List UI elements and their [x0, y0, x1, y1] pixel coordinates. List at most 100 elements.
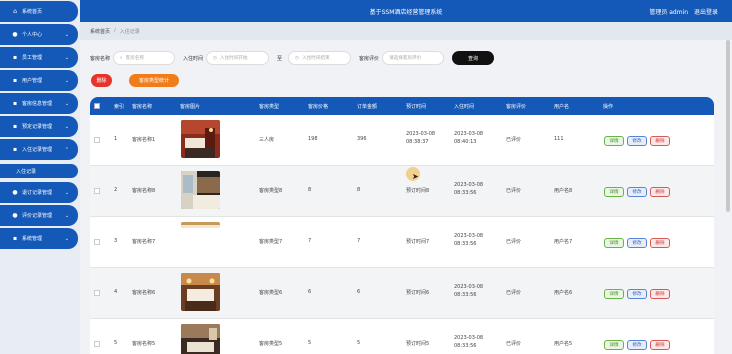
- logout-link[interactable]: 退出登录: [694, 9, 718, 16]
- col-room-type: 客房类型: [259, 103, 280, 110]
- detail-button[interactable]: 详情: [604, 238, 624, 248]
- user-icon: ●: [12, 189, 18, 196]
- cell-room-price: 6: [308, 289, 312, 295]
- col-room-image: 客房图片: [180, 103, 201, 110]
- cell-room-name: 客房名称5: [132, 341, 156, 347]
- edit-button[interactable]: 修改: [627, 238, 647, 248]
- user-name: 管理员 admin: [649, 9, 689, 16]
- cell-room-type: 三人房: [259, 137, 275, 143]
- cell-review: 已评价: [506, 239, 522, 245]
- sidebar-item-label: 入住记录管理: [22, 147, 53, 153]
- query-button[interactable]: 查询: [452, 51, 495, 65]
- col-checkin-time: 入住时间: [454, 103, 475, 110]
- col-room-name: 客房名称: [132, 103, 153, 110]
- sidebar-item-rooms[interactable]: ▪ 客房信息管理 ⌄: [0, 93, 78, 114]
- detail-button[interactable]: 详情: [604, 340, 624, 350]
- cell-room-type: 客房类型7: [259, 239, 283, 245]
- sidebar-item-users[interactable]: ▪ 用户管理 ⌄: [0, 70, 78, 91]
- user-area: 管理员 admin 退出登录: [649, 7, 718, 16]
- sidebar-item-cancellations[interactable]: ● 退订记录管理 ⌄: [0, 182, 78, 203]
- room-name-placeholder: 客房名称: [125, 56, 144, 61]
- col-index: 索引: [114, 103, 125, 110]
- room-type-stats-button[interactable]: 客房类型统计: [129, 74, 179, 87]
- cell-review: 已评价: [506, 188, 522, 194]
- cell-username: 用户名6: [554, 290, 573, 296]
- cell-room-name: 客房名称6: [132, 290, 156, 296]
- home-icon: ⌂: [13, 8, 17, 15]
- row-checkbox[interactable]: [94, 341, 100, 347]
- checkin-start-placeholder: 入住时间开始: [220, 56, 248, 61]
- cell-checkin-time: 2023-03-08 08:33:56: [454, 284, 484, 298]
- sidebar-subitem-checkin-records[interactable]: 入住记录: [0, 164, 78, 178]
- cell-book-time: 预订时间5: [406, 341, 430, 347]
- user-icon: ●: [12, 31, 18, 38]
- sidebar-item-label: 退订记录管理: [22, 190, 53, 196]
- cell-room-price: 5: [308, 340, 312, 346]
- sidebar-item-label: 系统管理: [22, 236, 43, 242]
- cell-checkin-time: 2023-03-08 08:33:56: [454, 335, 484, 349]
- search-icon: ⌕: [120, 56, 123, 61]
- app-title: 基于SSM酒店经营管理系统: [369, 9, 443, 16]
- select-all-checkbox[interactable]: [94, 103, 100, 109]
- row-checkbox[interactable]: [94, 239, 100, 245]
- cell-index: 5: [114, 340, 118, 346]
- row-delete-button[interactable]: 删除: [650, 289, 670, 299]
- sidebar-item-staff[interactable]: ▪ 员工管理 ⌄: [0, 47, 78, 68]
- cell-review: 已评价: [506, 290, 522, 296]
- detail-button[interactable]: 详情: [604, 136, 624, 146]
- table-row: 1 客房名称1 三人房 198 396 2023-03-08 08:38:37 …: [90, 115, 714, 166]
- row-checkbox[interactable]: [94, 290, 100, 296]
- breadcrumb-separator: /: [114, 28, 116, 34]
- cell-room-price: 8: [308, 187, 312, 193]
- edit-button[interactable]: 修改: [627, 340, 647, 350]
- edit-button[interactable]: 修改: [627, 136, 647, 146]
- cell-order-amount: 8: [357, 187, 361, 193]
- sidebar-item-bookings[interactable]: ▪ 预定记录管理 ⌄: [0, 116, 78, 137]
- cell-checkin-time: 2023-03-08 08:33:56: [454, 182, 484, 196]
- sidebar-item-label: 员工管理: [22, 55, 43, 61]
- chevron-down-icon: ⌄: [64, 189, 69, 196]
- sidebar-item-home[interactable]: ⌂ 系统首页: [0, 1, 78, 22]
- delete-button[interactable]: 删除: [91, 74, 112, 87]
- chevron-down-icon: ⌄: [64, 100, 69, 107]
- cell-order-amount: 6: [357, 289, 361, 295]
- row-delete-button[interactable]: 删除: [650, 187, 670, 197]
- detail-button[interactable]: 详情: [604, 187, 624, 197]
- sidebar-subitem-label: 入住记录: [16, 168, 37, 175]
- checkin-table: 索引 客房名称 客房图片 客房类型 客房价格 订单金额 预订时间 入住时间 客房…: [90, 97, 714, 354]
- row-delete-button[interactable]: 删除: [650, 238, 670, 248]
- cell-review: 已评价: [506, 137, 522, 143]
- row-checkbox[interactable]: [94, 188, 100, 194]
- cell-index: 2: [114, 187, 118, 193]
- row-checkbox[interactable]: [94, 137, 100, 143]
- breadcrumb-home[interactable]: 系统首页: [90, 28, 110, 35]
- sidebar-item-label: 用户管理: [22, 78, 43, 84]
- breadcrumb-current: 入住记录: [119, 28, 140, 35]
- sidebar-item-reviews[interactable]: ● 评价记录管理 ⌄: [0, 205, 78, 226]
- edit-button[interactable]: 修改: [627, 289, 647, 299]
- sidebar-item-profile[interactable]: ● 个人中心 ⌄: [0, 24, 78, 45]
- breadcrumb: 系统首页 / 入住记录: [80, 22, 732, 40]
- detail-button[interactable]: 详情: [604, 289, 624, 299]
- cell-index: 4: [114, 289, 118, 295]
- cell-username: 用户名8: [554, 188, 573, 194]
- cell-checkin-time: 2023-03-08 08:40:13: [454, 131, 484, 145]
- sidebar-item-label: 系统首页: [22, 9, 43, 15]
- sidebar-item-checkins[interactable]: ▪ 入住记录管理 ⌃: [0, 139, 78, 160]
- checkin-start-input[interactable]: ◷ 入住时间开始: [206, 51, 270, 65]
- edit-button[interactable]: 修改: [627, 187, 647, 197]
- chevron-down-icon: ⌄: [64, 77, 69, 84]
- cell-room-name: 客房名称7: [132, 239, 156, 245]
- checkin-end-input[interactable]: ◷ 入住时间结束: [288, 51, 352, 65]
- row-delete-button[interactable]: 删除: [650, 340, 670, 350]
- col-username: 用户名: [554, 103, 570, 110]
- scrollbar[interactable]: [726, 40, 730, 212]
- room-name-input[interactable]: ⌕ 客房名称: [113, 51, 176, 65]
- cell-room-type: 客房类型6: [259, 290, 283, 296]
- row-delete-button[interactable]: 删除: [650, 136, 670, 146]
- room-photo: [181, 171, 220, 209]
- chevron-up-icon: ⌃: [64, 146, 69, 153]
- cell-username: 用户名7: [554, 239, 573, 245]
- sidebar-item-system[interactable]: ▪ 系统管理 ⌄: [0, 228, 78, 249]
- review-select[interactable]: 请选择客房评价: [382, 51, 445, 65]
